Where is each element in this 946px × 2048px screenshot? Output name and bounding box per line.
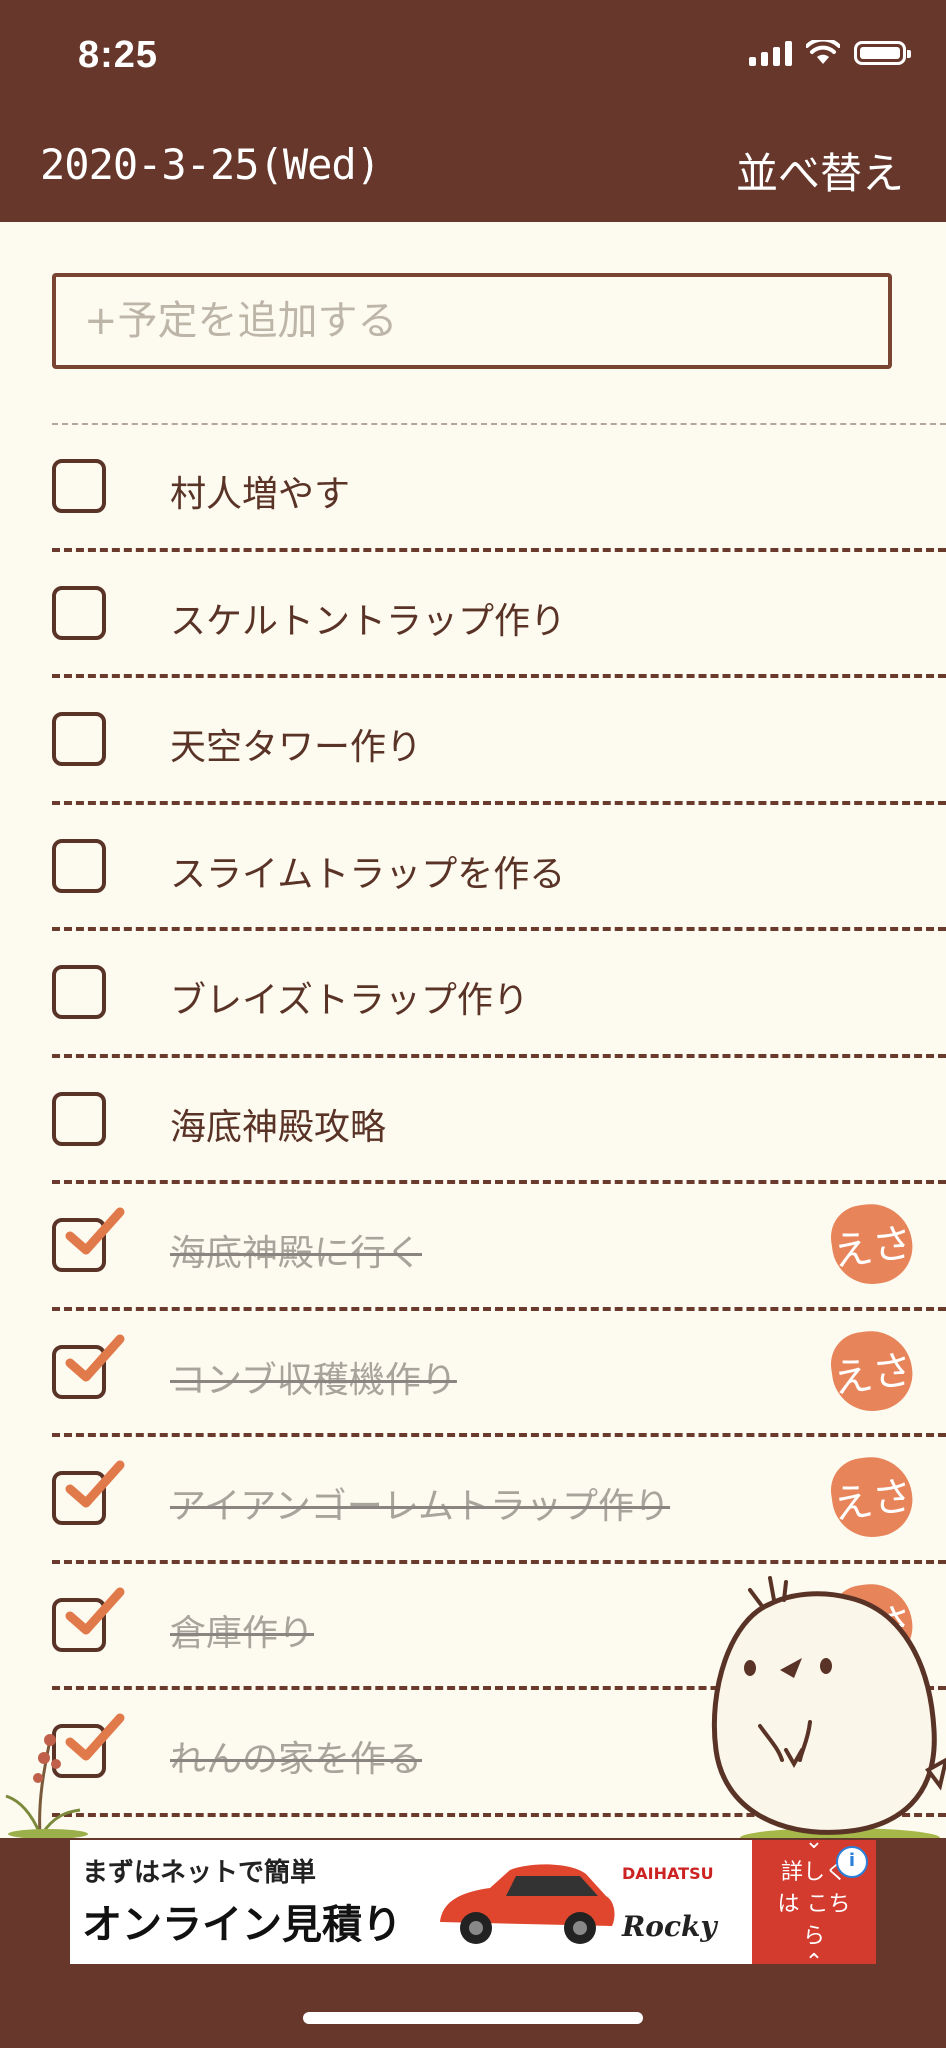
task-row-completed[interactable]: 海底神殿に行く えさ xyxy=(52,1184,946,1311)
task-row[interactable]: 天空タワー作り xyxy=(52,678,946,805)
ad-banner[interactable]: まずはネットで簡単 オンライン見積り DAIHATSU Rocky ⌄ 詳しくは… xyxy=(70,1829,876,1975)
task-checkbox-checked[interactable] xyxy=(52,1207,125,1272)
status-icons xyxy=(749,40,911,66)
task-label: 天空タワー作り xyxy=(170,727,423,768)
ad-model: Rocky xyxy=(622,1910,717,1943)
sort-button[interactable]: 並べ替え xyxy=(736,140,904,201)
esa-stamp: えさ xyxy=(826,1325,918,1416)
esa-stamp: えさ xyxy=(826,1451,918,1543)
date-title: 2020-3-25(Wed) xyxy=(40,140,381,189)
status-time: 8:25 xyxy=(78,34,159,76)
chevron-up-icon: ⌃ xyxy=(804,1950,824,1975)
task-label: 海底神殿に行く xyxy=(170,1233,423,1274)
task-label: アイアンゴーレムトラップ作り xyxy=(170,1486,671,1527)
task-row[interactable]: 村人増やす xyxy=(52,425,946,552)
task-checkbox[interactable] xyxy=(52,965,106,1019)
info-icon[interactable]: i xyxy=(836,1846,868,1878)
checkmark-icon xyxy=(65,1587,125,1634)
plant-decoration xyxy=(5,1734,88,1838)
task-row[interactable]: スケルトントラップ作り xyxy=(52,552,946,678)
task-label: 倉庫作り xyxy=(170,1612,315,1654)
ad-line1: まずはネットで簡単 xyxy=(82,1858,317,1888)
task-checkbox-checked[interactable] xyxy=(52,1334,125,1399)
home-indicator[interactable] xyxy=(303,2012,643,2024)
chevron-down-icon: ⌄ xyxy=(804,1829,824,1854)
task-row[interactable]: 海底神殿攻略 xyxy=(52,1058,946,1184)
signal-icon xyxy=(749,40,792,66)
add-task-input[interactable] xyxy=(52,273,892,369)
esa-stamp: えさ xyxy=(826,1198,918,1290)
checkmark-icon xyxy=(65,1207,125,1255)
task-label: コンブ収穫機作り xyxy=(170,1359,457,1401)
ad-brand: DAIHATSU xyxy=(622,1864,714,1883)
task-label: スケルトントラップ作り xyxy=(170,600,567,642)
ad-line2: オンライン見積り xyxy=(82,1902,402,1948)
app-header: 8:25 2020-3-25(Wed) 並べ替え xyxy=(0,0,946,222)
task-row[interactable]: ブレイズトラップ作り xyxy=(52,931,946,1058)
task-checkbox-checked[interactable] xyxy=(52,1587,125,1652)
task-row-completed[interactable]: コンブ収穫機作り えさ xyxy=(52,1311,946,1437)
task-label: スライムトラップを作る xyxy=(170,853,566,895)
task-checkbox[interactable] xyxy=(52,585,106,640)
car-image xyxy=(440,1864,615,1944)
task-label: 村人増やす xyxy=(170,474,351,515)
task-row[interactable]: スライムトラップを作る xyxy=(52,805,946,931)
bird-mascot xyxy=(711,1576,946,1848)
wifi-icon xyxy=(806,40,840,64)
task-label: 海底神殿攻略 xyxy=(170,1106,387,1148)
battery-icon xyxy=(854,41,911,65)
checkmark-icon xyxy=(65,1334,125,1381)
task-checkbox[interactable] xyxy=(52,1091,106,1146)
task-checkbox[interactable] xyxy=(52,459,106,513)
task-label: ブレイズトラップ作り xyxy=(170,980,529,1021)
task-checkbox[interactable] xyxy=(52,712,106,766)
task-row-completed[interactable]: アイアンゴーレムトラップ作り えさ xyxy=(52,1437,946,1564)
checkmark-icon xyxy=(65,1460,125,1508)
task-label: れんの家を作る xyxy=(170,1739,423,1780)
task-checkbox[interactable] xyxy=(52,838,106,893)
task-checkbox-checked[interactable] xyxy=(52,1460,125,1525)
